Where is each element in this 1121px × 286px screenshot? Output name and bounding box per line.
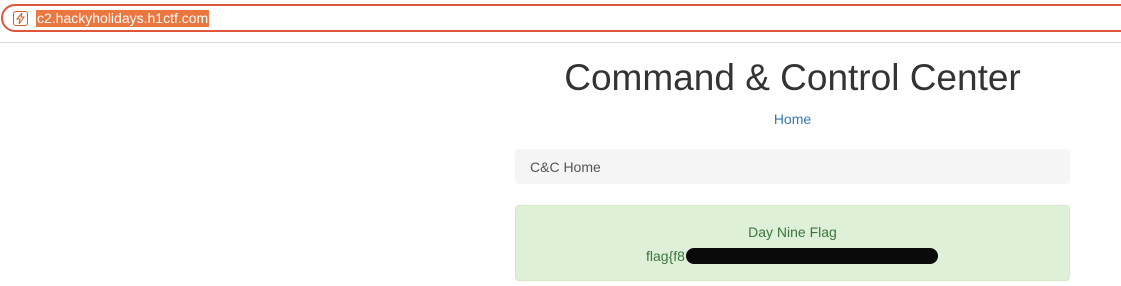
flag-alert: Day Nine Flag flag{f8 [515, 205, 1070, 281]
url-text[interactable]: c2.hackyholidays.h1ctf.com [36, 10, 210, 27]
nav-home-link[interactable]: Home [515, 109, 1070, 129]
breadcrumb-label: C&C Home [530, 159, 601, 175]
breadcrumb: C&C Home [515, 149, 1070, 184]
address-bar[interactable]: c2.hackyholidays.h1ctf.com [1, 4, 1121, 32]
page-content: Command & Control Center Home C&C Home D… [0, 42, 1121, 286]
flag-value: flag{f8 [646, 248, 685, 264]
browser-toolbar: c2.hackyholidays.h1ctf.com [0, 0, 1121, 43]
page-title: Command & Control Center [564, 57, 1021, 98]
lightning-page-icon [13, 11, 28, 26]
redaction-mark [686, 248, 938, 264]
alert-title: Day Nine Flag [748, 224, 837, 240]
